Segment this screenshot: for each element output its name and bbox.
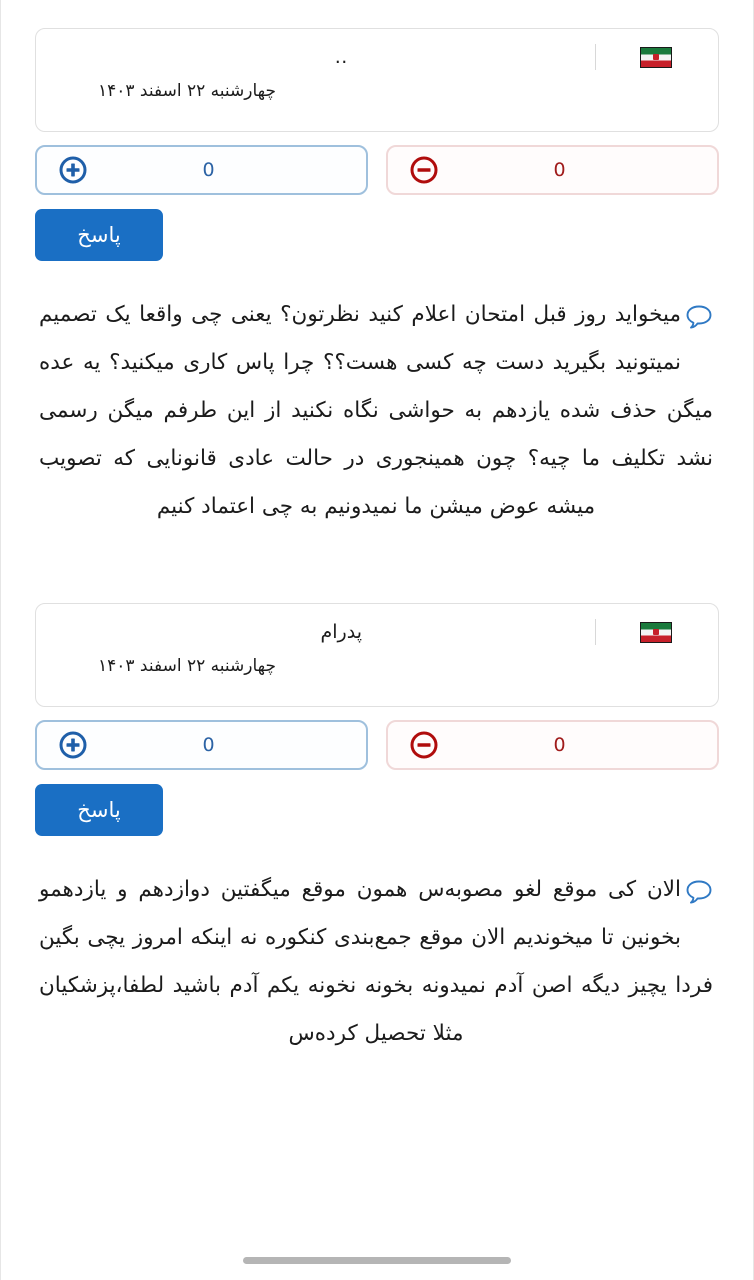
reply-row: پاسخ: [35, 784, 719, 836]
vote-row: 0 0: [35, 145, 719, 195]
reply-row: پاسخ: [35, 209, 719, 261]
comment-thread: .. چهارشنبه ۲۲ اسفند ۱۴۰۳ 0 0 پاسخ میخوا…: [35, 0, 719, 1058]
upvote-button[interactable]: 0: [35, 720, 368, 770]
speech-bubble-icon: [685, 875, 713, 923]
comment-header-row: ..: [56, 29, 698, 85]
comment-item: پدرام چهارشنبه ۲۲ اسفند ۱۴۰۳ 0 0 پاسخ ال…: [35, 603, 719, 1058]
comment-text: میخواید روز قبل امتحان اعلام کنید نظرتون…: [39, 302, 713, 519]
header-divider: [594, 44, 596, 70]
flag-emblem-icon: [653, 54, 659, 60]
minus-circle-icon: [408, 154, 440, 186]
comment-spacer: [35, 531, 719, 603]
comment-text: الان کی موقع لغو مصوبه‌س همون موقع میگفت…: [39, 877, 713, 1046]
comment-header-card: پدرام چهارشنبه ۲۲ اسفند ۱۴۰۳: [35, 603, 719, 707]
upvote-button[interactable]: 0: [35, 145, 368, 195]
reply-button[interactable]: پاسخ: [35, 784, 163, 836]
comment-date: چهارشنبه ۲۲ اسفند ۱۴۰۳: [98, 656, 276, 676]
iran-flag-icon: [640, 46, 672, 68]
plus-circle-icon: [57, 154, 89, 186]
downvote-button[interactable]: 0: [386, 720, 719, 770]
downvote-button[interactable]: 0: [386, 145, 719, 195]
page-container: .. چهارشنبه ۲۲ اسفند ۱۴۰۳ 0 0 پاسخ میخوا…: [0, 0, 754, 1280]
header-divider: [594, 619, 596, 645]
comment-date: چهارشنبه ۲۲ اسفند ۱۴۰۳: [98, 81, 276, 101]
reply-button[interactable]: پاسخ: [35, 209, 163, 261]
plus-circle-icon: [57, 729, 89, 761]
comment-item: .. چهارشنبه ۲۲ اسفند ۱۴۰۳ 0 0 پاسخ میخوا…: [35, 28, 719, 531]
comment-header-row: پدرام: [56, 604, 698, 660]
speech-bubble-icon: [685, 300, 713, 348]
iran-flag-icon: [640, 621, 672, 643]
downvote-count: 0: [553, 159, 566, 181]
minus-circle-icon: [408, 729, 440, 761]
comment-body: میخواید روز قبل امتحان اعلام کنید نظرتون…: [35, 291, 719, 531]
downvote-count: 0: [553, 734, 566, 756]
comment-author-name: ..: [334, 46, 348, 68]
comment-author-name: پدرام: [320, 621, 362, 643]
comment-body: الان کی موقع لغو مصوبه‌س همون موقع میگفت…: [35, 866, 719, 1058]
upvote-count: 0: [202, 159, 215, 181]
home-indicator[interactable]: [243, 1257, 511, 1264]
flag-emblem-icon: [653, 629, 659, 635]
comment-header-card: .. چهارشنبه ۲۲ اسفند ۱۴۰۳: [35, 28, 719, 132]
upvote-count: 0: [202, 734, 215, 756]
vote-row: 0 0: [35, 720, 719, 770]
